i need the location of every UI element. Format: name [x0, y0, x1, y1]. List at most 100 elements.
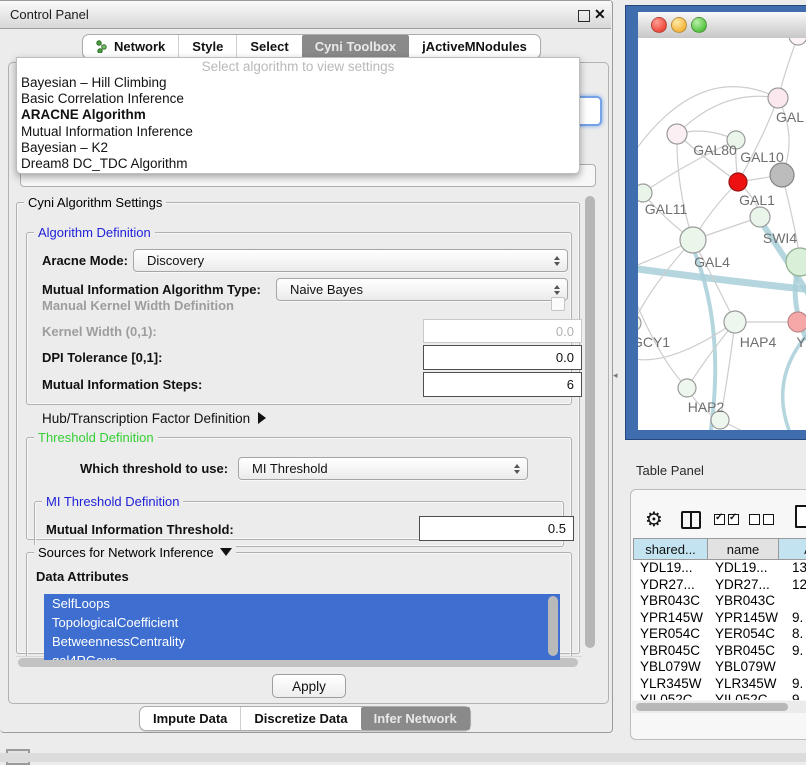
stepper-arrows-icon: [554, 256, 560, 266]
tab-cyni-toolbox[interactable]: Cyni Toolbox: [302, 35, 409, 58]
table-cell: [779, 593, 806, 610]
algorithm-menu-item[interactable]: Dream8 DC_TDC Algorithm: [17, 156, 579, 172]
network-node[interactable]: [678, 379, 696, 397]
close-traffic-light-icon[interactable]: [651, 17, 667, 33]
network-node[interactable]: [724, 311, 746, 333]
stepper-arrows-icon: [514, 464, 520, 474]
split-columns-icon[interactable]: [681, 511, 701, 529]
table-row[interactable]: YBL079WYBL079W: [633, 659, 806, 676]
mi-steps-input[interactable]: 6: [423, 372, 582, 397]
attribute-list-item[interactable]: BetweennessCentrality: [44, 632, 560, 651]
manual-kernel-width-checkbox[interactable]: [551, 297, 565, 311]
tab-impute-data[interactable]: Impute Data: [140, 707, 240, 730]
algorithm-dropdown-prompt: Select algorithm to view settings: [17, 58, 579, 75]
network-node[interactable]: [789, 38, 806, 45]
network-edge[interactable]: [638, 268, 806, 290]
network-node[interactable]: [788, 312, 806, 332]
cyni-algorithm-settings-title: Cyni Algorithm Settings: [24, 195, 166, 210]
bottom-tabbar: Impute DataDiscretize DataInfer Network: [139, 706, 471, 731]
kernel-width-input[interactable]: 0.0: [423, 319, 582, 343]
attributes-list-scrollbar[interactable]: [548, 596, 558, 656]
network-node[interactable]: [680, 227, 706, 253]
network-node[interactable]: [729, 173, 747, 191]
network-node[interactable]: [638, 315, 641, 331]
network-edge[interactable]: [720, 420, 788, 430]
network-node[interactable]: [768, 88, 788, 108]
table-row[interactable]: YDR27...YDR27...12: [633, 577, 806, 594]
table-row[interactable]: YLR345WYLR345W9.: [633, 676, 806, 693]
network-edge[interactable]: [677, 134, 693, 240]
sources-title-text: Sources for Network Inference: [38, 545, 214, 560]
mi-algorithm-type-select[interactable]: Naive Bayes: [276, 278, 568, 301]
network-node-label: GAL11: [645, 201, 688, 217]
select-all-columns-icon[interactable]: [714, 514, 742, 525]
network-graph[interactable]: GALGAL80GAL10GAL1GAL11SWI4GAL4GCY1HAP4YH…: [638, 38, 806, 430]
algorithm-menu-item[interactable]: Bayesian – K2: [17, 140, 579, 156]
table-header-cell[interactable]: A: [779, 538, 806, 560]
table-row[interactable]: YDL19...YDL19...13: [633, 560, 806, 577]
network-node-label: HAP2: [688, 399, 725, 415]
table-cell: 9.: [779, 692, 806, 700]
deselect-all-columns-icon[interactable]: [749, 514, 777, 525]
table-row[interactable]: YPR145WYPR145W9.: [633, 610, 806, 627]
which-threshold-select[interactable]: MI Threshold: [238, 457, 528, 480]
table-settings-gear-icon[interactable]: ⚙: [645, 507, 663, 531]
network-node-label: GCY1: [638, 334, 670, 350]
table-cell: YBR043C: [633, 593, 708, 610]
network-window-titlebar[interactable]: [638, 12, 806, 39]
network-node[interactable]: [667, 124, 687, 144]
network-node[interactable]: [750, 207, 770, 227]
table-row[interactable]: YBR045CYBR045C9.: [633, 643, 806, 660]
table-row[interactable]: YIL052CYIL052C9.: [633, 692, 806, 700]
mi-threshold-group-title: MI Threshold Definition: [42, 494, 183, 509]
table-row[interactable]: YBR043CYBR043C: [633, 593, 806, 610]
attribute-list-item[interactable]: TopologicalCoefficient: [44, 613, 560, 632]
network-edge[interactable]: [677, 96, 778, 134]
tab-infer-network[interactable]: Infer Network: [361, 707, 470, 730]
network-node[interactable]: [786, 248, 806, 276]
mi-threshold-label: Mutual Information Threshold:: [46, 522, 234, 537]
table-header-cell[interactable]: shared...: [633, 538, 708, 560]
aracne-mode-select[interactable]: Discovery: [133, 249, 568, 272]
algorithm-menu-item[interactable]: ARACNE Algorithm: [17, 107, 579, 123]
attribute-list-item[interactable]: gal4RGexp: [44, 651, 560, 660]
tab-label: Select: [250, 39, 288, 54]
table-cell: YBL079W: [708, 659, 779, 676]
hub-factor-expander[interactable]: Hub/Transcription Factor Definition: [42, 411, 266, 426]
table-row[interactable]: YER054CYER054C8.: [633, 626, 806, 643]
zoom-traffic-light-icon[interactable]: [691, 17, 707, 33]
algorithm-menu-item[interactable]: Mutual Information Inference: [17, 124, 579, 140]
table-cell: YLR345W: [708, 676, 779, 693]
minimize-traffic-light-icon[interactable]: [671, 17, 687, 33]
splitpane-collapse-icon[interactable]: ◂: [613, 370, 618, 381]
sources-group-title[interactable]: Sources for Network Inference: [34, 545, 236, 560]
apply-button[interactable]: Apply: [272, 674, 346, 698]
mi-threshold-input[interactable]: 0.5: [419, 516, 574, 541]
table-cell: YIL052C: [633, 692, 708, 700]
tab-style[interactable]: Style: [178, 35, 236, 58]
expander-collapsed-icon: [258, 412, 266, 424]
tab-select[interactable]: Select: [236, 35, 301, 58]
float-window-icon[interactable]: [578, 10, 590, 22]
network-node[interactable]: [638, 184, 652, 202]
tab-network[interactable]: Network: [83, 35, 178, 58]
table-cell: YBL079W: [633, 659, 708, 676]
tab-discretize-data[interactable]: Discretize Data: [240, 707, 360, 730]
close-icon[interactable]: ✕: [594, 6, 606, 23]
tab-jactivemnodules[interactable]: jActiveMNodules: [409, 35, 540, 58]
table-header-cell[interactable]: name: [708, 538, 779, 560]
network-view-canvas[interactable]: GALGAL80GAL10GAL1GAL11SWI4GAL4GCY1HAP4YH…: [638, 38, 806, 430]
settings-vscroll-thumb[interactable]: [585, 196, 595, 648]
network-edge[interactable]: [638, 240, 693, 323]
algorithm-menu-item[interactable]: Basic Correlation Inference: [17, 91, 579, 107]
network-node[interactable]: [770, 163, 794, 187]
attribute-list-item[interactable]: SelfLoops: [44, 594, 560, 613]
page-icon[interactable]: [795, 505, 806, 528]
table-cell: YDL19...: [633, 560, 708, 577]
table-cell: [779, 659, 806, 676]
table-cell: YBR043C: [708, 593, 779, 610]
network-node-label: Y: [796, 334, 806, 350]
algorithm-menu-item[interactable]: Bayesian – Hill Climbing: [17, 75, 579, 91]
table-hscroll-thumb[interactable]: [636, 703, 788, 711]
dpi-tolerance-input[interactable]: 0.0: [423, 345, 582, 370]
